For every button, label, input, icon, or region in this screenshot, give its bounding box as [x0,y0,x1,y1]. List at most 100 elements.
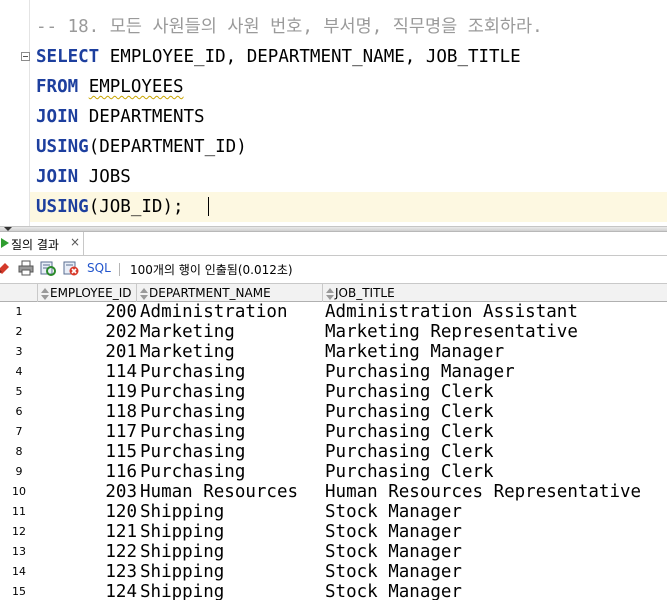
row-number: 6 [15,405,23,418]
table-row[interactable]: 2 202 Marketing Marketing Representative [0,322,667,342]
cell-employee-id[interactable]: 203 [38,482,137,502]
cell-job-title[interactable]: Marketing Representative [325,322,667,342]
sql-keyword: USING [36,197,89,217]
cell-job-title[interactable]: Marketing Manager [325,342,667,362]
code-line[interactable]: FROM EMPLOYEES [36,72,184,102]
cell-department-name[interactable]: Purchasing [140,402,322,422]
cell-department-name[interactable]: Marketing [140,322,322,342]
code-line[interactable]: SELECT EMPLOYEE_ID, DEPARTMENT_NAME, JOB… [36,42,521,72]
cell-job-title[interactable]: Stock Manager [325,502,667,522]
code-line[interactable]: USING(DEPARTMENT_ID) [36,132,247,162]
cell-job-title[interactable]: Stock Manager [325,582,667,600]
row-number: 13 [12,545,26,558]
refresh-icon[interactable] [40,260,56,276]
cell-employee-id[interactable]: 202 [38,322,137,342]
table-row[interactable]: 3 201 Marketing Marketing Manager [0,342,667,362]
cell-department-name[interactable]: Shipping [140,562,322,582]
table-row[interactable]: 9 116 Purchasing Purchasing Clerk [0,462,667,482]
cell-employee-id[interactable]: 116 [38,462,137,482]
grid-header: EMPLOYEE_ID DEPARTMENT_NAME JOB_TITLE [0,283,667,302]
pin-icon[interactable] [0,260,12,276]
cell-department-name[interactable]: Purchasing [140,442,322,462]
result-grid[interactable]: EMPLOYEE_ID DEPARTMENT_NAME JOB_TITLE 12… [0,283,667,600]
cell-department-name[interactable]: Shipping [140,502,322,522]
cell-department-name[interactable]: Human Resources [140,482,322,502]
cell-employee-id[interactable]: 200 [38,302,137,322]
cell-job-title[interactable]: Purchasing Clerk [325,382,667,402]
table-row[interactable]: 13 122 Shipping Stock Manager [0,542,667,562]
cell-job-title[interactable]: Purchasing Clerk [325,462,667,482]
row-number: 1 [15,305,23,318]
cell-employee-id[interactable]: 114 [38,362,137,382]
table-row[interactable]: 10 203 Human Resources Human Resources Repr… [0,482,667,502]
cell-employee-id[interactable]: 117 [38,422,137,442]
row-number: 7 [15,425,23,438]
table-row[interactable]: 8 115 Purchasing Purchasing Clerk [0,442,667,462]
column-header-label: DEPARTMENT_NAME [149,286,271,300]
table-row[interactable]: 1 200 Administration Administration Assista… [0,302,667,322]
sql-button[interactable]: SQL [87,261,111,275]
cell-job-title[interactable]: Stock Manager [325,522,667,542]
cell-department-name[interactable]: Marketing [140,342,322,362]
cell-employee-id[interactable]: 123 [38,562,137,582]
table-row[interactable]: 15 124 Shipping Stock Manager [0,582,667,600]
tab-query-result[interactable]: 질의 결과 × [0,232,84,255]
cell-job-title[interactable]: Administration Assistant [325,302,667,322]
cell-job-title[interactable]: Purchasing Clerk [325,402,667,422]
table-row[interactable]: 4 114 Purchasing Purchasing Manager [0,362,667,382]
table-row[interactable]: 7 117 Purchasing Purchasing Clerk [0,422,667,442]
sort-icon[interactable] [41,287,49,300]
code-line[interactable]: -- 18. 모든 사원들의 사원 번호, 부서명, 직무명을 조회하라. [36,12,543,42]
sql-editor[interactable]: -- 18. 모든 사원들의 사원 번호, 부서명, 직무명을 조회하라. SEL… [0,0,667,226]
collapse-arrow-icon[interactable] [4,227,12,231]
cell-employee-id[interactable]: 118 [38,402,137,422]
code-line[interactable]: USING(JOB_ID); [36,192,184,222]
cell-job-title[interactable]: Human Resources Representative [325,482,667,502]
row-number: 4 [15,365,23,378]
sql-keyword: USING [36,137,89,157]
print-icon[interactable] [18,260,34,276]
sql-comment: -- 18. 모든 사원들의 사원 번호, 부서명, 직무명을 조회하라. [36,17,543,37]
fold-toggle-icon[interactable] [21,52,30,61]
result-tab-bar: 질의 결과 × [0,232,667,256]
editor-gutter [0,0,22,226]
cell-department-name[interactable]: Shipping [140,542,322,562]
table-row[interactable]: 11 120 Shipping Stock Manager [0,502,667,522]
sort-icon[interactable] [140,287,148,300]
cell-job-title[interactable]: Stock Manager [325,562,667,582]
cell-department-name[interactable]: Purchasing [140,362,322,382]
cell-department-name[interactable]: Purchasing [140,382,322,402]
code-line[interactable]: JOIN JOBS [36,162,131,192]
sort-icon[interactable] [326,287,334,300]
table-row[interactable]: 5 119 Purchasing Purchasing Clerk [0,382,667,402]
close-tab-icon[interactable]: × [70,235,80,249]
cell-employee-id[interactable]: 119 [38,382,137,402]
code-line[interactable]: JOIN DEPARTMENTS [36,102,205,132]
table-row[interactable]: 6 118 Purchasing Purchasing Clerk [0,402,667,422]
cell-employee-id[interactable]: 122 [38,542,137,562]
cell-employee-id[interactable]: 121 [38,522,137,542]
row-number: 11 [12,505,26,518]
column-header-job-title[interactable]: JOB_TITLE [323,284,667,302]
cell-job-title[interactable]: Purchasing Manager [325,362,667,382]
column-header-employee-id[interactable]: EMPLOYEE_ID [38,284,137,302]
cell-department-name[interactable]: Purchasing [140,422,322,442]
table-row[interactable]: 12 121 Shipping Stock Manager [0,522,667,542]
cell-employee-id[interactable]: 124 [38,582,137,600]
cell-job-title[interactable]: Purchasing Clerk [325,442,667,462]
cell-employee-id[interactable]: 120 [38,502,137,522]
cancel-fetch-icon[interactable] [63,260,79,276]
column-header-department-name[interactable]: DEPARTMENT_NAME [137,284,323,302]
cell-department-name[interactable]: Purchasing [140,462,322,482]
cell-employee-id[interactable]: 201 [38,342,137,362]
sql-token: EMPLOYEES [88,77,184,97]
cell-department-name[interactable]: Shipping [140,582,322,600]
sql-token: JOBS [78,167,131,187]
cell-department-name[interactable]: Administration [140,302,322,322]
run-play-icon [1,238,9,248]
cell-job-title[interactable]: Stock Manager [325,542,667,562]
table-row[interactable]: 14 123 Shipping Stock Manager [0,562,667,582]
cell-department-name[interactable]: Shipping [140,522,322,542]
cell-job-title[interactable]: Purchasing Clerk [325,422,667,442]
cell-employee-id[interactable]: 115 [38,442,137,462]
